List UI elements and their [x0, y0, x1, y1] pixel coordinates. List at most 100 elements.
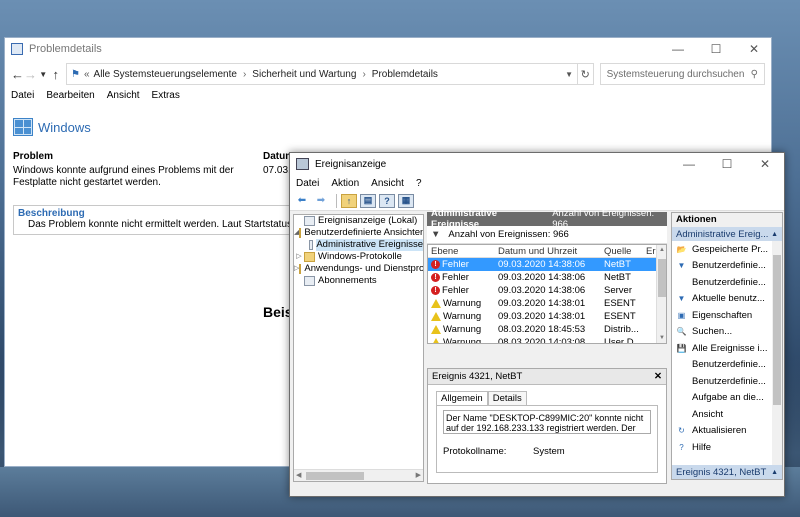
action-item[interactable]: Ansicht▶ [672, 406, 782, 423]
menu-item-ansicht[interactable]: Ansicht [371, 178, 404, 189]
forward-arrow-icon[interactable]: → [24, 67, 37, 82]
action-item[interactable]: ▼ Benutzerdefinie... [672, 258, 782, 275]
close-icon[interactable]: ✕ [735, 38, 773, 60]
title-bar: Problemdetails [5, 38, 771, 60]
action-label: Aktualisieren [692, 425, 747, 437]
table-row[interactable]: Warnung 09.03.2020 14:38:01 ESENT [428, 310, 666, 323]
console-tree-icon[interactable]: ▤ [360, 193, 376, 208]
action-label: Benutzerdefinie... [692, 375, 766, 387]
close-icon[interactable]: ✕ [654, 371, 662, 382]
column-header-date[interactable]: Datum und Uhrzeit [494, 245, 600, 257]
collapse-icon[interactable]: ▲ [771, 231, 778, 238]
menu-item-datei[interactable]: Datei [11, 90, 34, 101]
action-item[interactable]: ?Hilfe▶ [672, 439, 782, 456]
action-item[interactable]: 🔍 Suchen... [672, 324, 782, 341]
action-item[interactable]: ▣ Eigenschaften [672, 307, 782, 324]
folder-up-icon[interactable]: ↑ [341, 193, 357, 208]
breadcrumb-item[interactable]: Alle Systemsteuerungselemente [94, 69, 237, 80]
action-item[interactable]: 📂 Gespeicherte Pr... [672, 241, 782, 258]
tree-item-subscriptions[interactable]: Abonnements [294, 275, 423, 287]
refresh-button[interactable]: ↻ [578, 63, 594, 85]
scroll-left-icon[interactable]: ◀ [296, 471, 301, 479]
action-item[interactable]: ↻ Aktualisieren [672, 423, 782, 440]
back-arrow-icon[interactable]: ← [11, 67, 24, 82]
chevron-right-icon[interactable]: ▷ [294, 251, 304, 263]
actions-section-event[interactable]: Ereignis 4321, NetBT ▲ [672, 465, 782, 479]
tree-item-app-service-logs[interactable]: ▷ Anwendungs- und Dienstprotokolle [294, 263, 423, 275]
menu-bar: Datei Aktion Ansicht ? [290, 175, 784, 191]
event-description[interactable]: Der Name "DESKTOP-C899MIC:20" konnte nic… [443, 410, 651, 434]
scroll-thumb[interactable] [773, 255, 781, 405]
action-item[interactable]: Aufgabe an die... [672, 390, 782, 407]
chevron-down-icon[interactable]: ▼ [37, 70, 50, 79]
scroll-thumb[interactable] [306, 472, 364, 480]
detail-tabs: Allgemein Details [436, 391, 666, 405]
action-item[interactable]: Benutzerdefinie... [672, 274, 782, 291]
log-name-label: Protokollname: [443, 446, 507, 457]
scroll-thumb[interactable] [658, 259, 666, 297]
tree-item-admin-events[interactable]: Administrative Ereignisse [294, 239, 423, 251]
table-row[interactable]: ! Fehler 09.03.2020 14:38:06 Server [428, 284, 666, 297]
back-arrow-icon[interactable]: ⬅ [294, 194, 310, 208]
menu-item-aktion[interactable]: Aktion [331, 178, 359, 189]
vertical-scrollbar[interactable] [772, 241, 782, 465]
menu-item-ansicht[interactable]: Ansicht [107, 90, 140, 101]
warning-icon [431, 299, 441, 308]
action-pane-icon[interactable]: ▦ [398, 193, 414, 208]
breadcrumb-item[interactable]: Sicherheit und Wartung [252, 69, 356, 80]
tree-item-windows-logs[interactable]: ▷ Windows-Protokolle [294, 251, 423, 263]
action-item[interactable]: Benutzerdefinie... [672, 357, 782, 374]
menu-item-help[interactable]: ? [416, 178, 422, 189]
table-row[interactable]: Warnung 08.03.2020 18:45:53 Distrib... [428, 323, 666, 336]
actions-section-header[interactable]: Administrative Ereig... ▲ [672, 227, 782, 241]
action-item[interactable]: ▼ Aktuelle benutz... [672, 291, 782, 308]
menu-bar: Datei Bearbeiten Ansicht Extras [5, 86, 771, 104]
chevron-down-icon[interactable]: ▼ [565, 70, 573, 79]
table-row[interactable]: Warnung 08.03.2020 14:03:08 User D... [428, 336, 666, 343]
maximize-icon[interactable]: ☐ [708, 153, 746, 175]
table-row[interactable]: ! Fehler 09.03.2020 14:38:06 NetBT [428, 258, 666, 271]
control-panel-icon: ⚑ [71, 68, 80, 80]
tab-allgemein[interactable]: Allgemein [436, 391, 488, 405]
horizontal-scrollbar[interactable]: ◀ ▶ [294, 469, 423, 481]
minimize-icon[interactable]: — [670, 153, 708, 175]
action-item[interactable]: 💾 Alle Ereignisse i... [672, 340, 782, 357]
event-level: Warnung [443, 324, 482, 335]
search-input[interactable]: Systemsteuerung durchsuchen ⚲ [599, 63, 765, 85]
minimize-icon[interactable]: — [659, 38, 697, 60]
search-placeholder: Systemsteuerung durchsuchen [606, 68, 745, 80]
scroll-up-icon[interactable]: ▲ [659, 247, 665, 253]
help-icon[interactable]: ? [379, 193, 395, 208]
up-arrow-icon[interactable]: ↑ [50, 67, 63, 82]
tree-item-custom-views[interactable]: ◢ Benutzerdefinierte Ansichten [294, 227, 423, 239]
maximize-icon[interactable]: ☐ [697, 38, 735, 60]
breadcrumb[interactable]: ⚑ « Alle Systemsteuerungselemente › Sich… [66, 63, 578, 85]
problem-label: Problem [13, 151, 54, 162]
forward-arrow-icon[interactable]: ➡ [313, 194, 329, 208]
column-header-event-id[interactable]: Er [644, 245, 656, 257]
scroll-right-icon[interactable]: ▶ [416, 471, 421, 479]
table-row[interactable]: ! Fehler 09.03.2020 14:38:06 NetBT [428, 271, 666, 284]
warning-icon [431, 325, 441, 334]
tree-item-root[interactable]: Ereignisanzeige (Lokal) [294, 215, 423, 227]
vertical-scrollbar[interactable]: ▲ ▼ [656, 245, 666, 343]
menu-item-extras[interactable]: Extras [152, 90, 180, 101]
detail-header: Ereignis 4321, NetBT ✕ [428, 369, 666, 385]
collapse-icon[interactable]: ▲ [771, 469, 778, 476]
close-icon[interactable]: ✕ [746, 153, 784, 175]
table-row[interactable]: Warnung 09.03.2020 14:38:01 ESENT [428, 297, 666, 310]
folder-open-icon: 📂 [676, 244, 687, 254]
breadcrumb-item[interactable]: Problemdetails [372, 69, 438, 80]
menu-item-datei[interactable]: Datei [296, 178, 319, 189]
action-label: Gespeicherte Pr... [692, 243, 769, 255]
scroll-down-icon[interactable]: ▼ [659, 335, 665, 341]
event-id [644, 284, 656, 297]
column-header-source[interactable]: Quelle [600, 245, 644, 257]
action-item[interactable]: Benutzerdefinie... [672, 373, 782, 390]
search-icon: ⚲ [750, 68, 758, 80]
event-viewer-icon [296, 158, 309, 170]
menu-item-bearbeiten[interactable]: Bearbeiten [46, 90, 94, 101]
save-icon: 💾 [676, 343, 687, 353]
tab-details[interactable]: Details [487, 391, 527, 405]
column-header-level[interactable]: Ebene [428, 245, 494, 257]
